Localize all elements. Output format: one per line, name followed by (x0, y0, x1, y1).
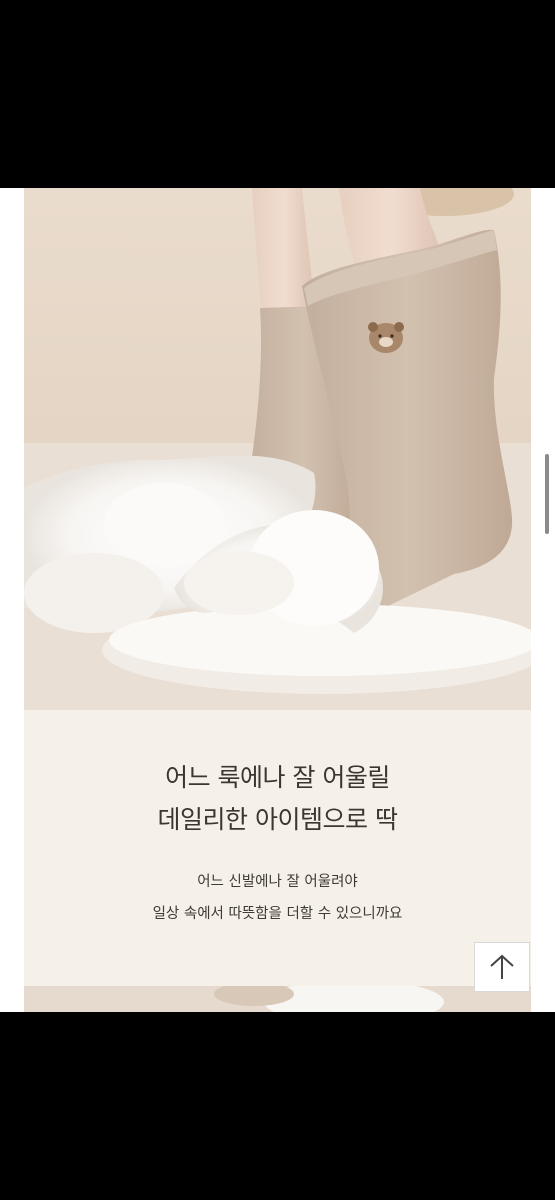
arrow-up-icon (490, 954, 514, 979)
product-detail-content: 어느 룩에나 잘 어울릴 데일리한 아이템으로 딱 어느 신발에나 잘 어울려야… (0, 188, 555, 1012)
product-description-panel: 어느 룩에나 잘 어울릴 데일리한 아이템으로 딱 어느 신발에나 잘 어울려야… (24, 710, 531, 986)
page-scrollbar[interactable] (545, 454, 549, 534)
product-photo-fuzzy-socks (24, 188, 531, 710)
headline-line-2: 데일리한 아이템으로 딱 (157, 805, 398, 834)
body-line-1: 어느 신발에나 잘 어울려야 (197, 874, 358, 890)
body-line-2: 일상 속에서 따뜻함을 더할 수 있으니까요 (152, 906, 403, 922)
headline-line-1: 어느 룩에나 잘 어울릴 (165, 763, 390, 792)
next-product-photo (24, 986, 531, 1012)
scroll-to-top-button[interactable] (474, 942, 530, 992)
